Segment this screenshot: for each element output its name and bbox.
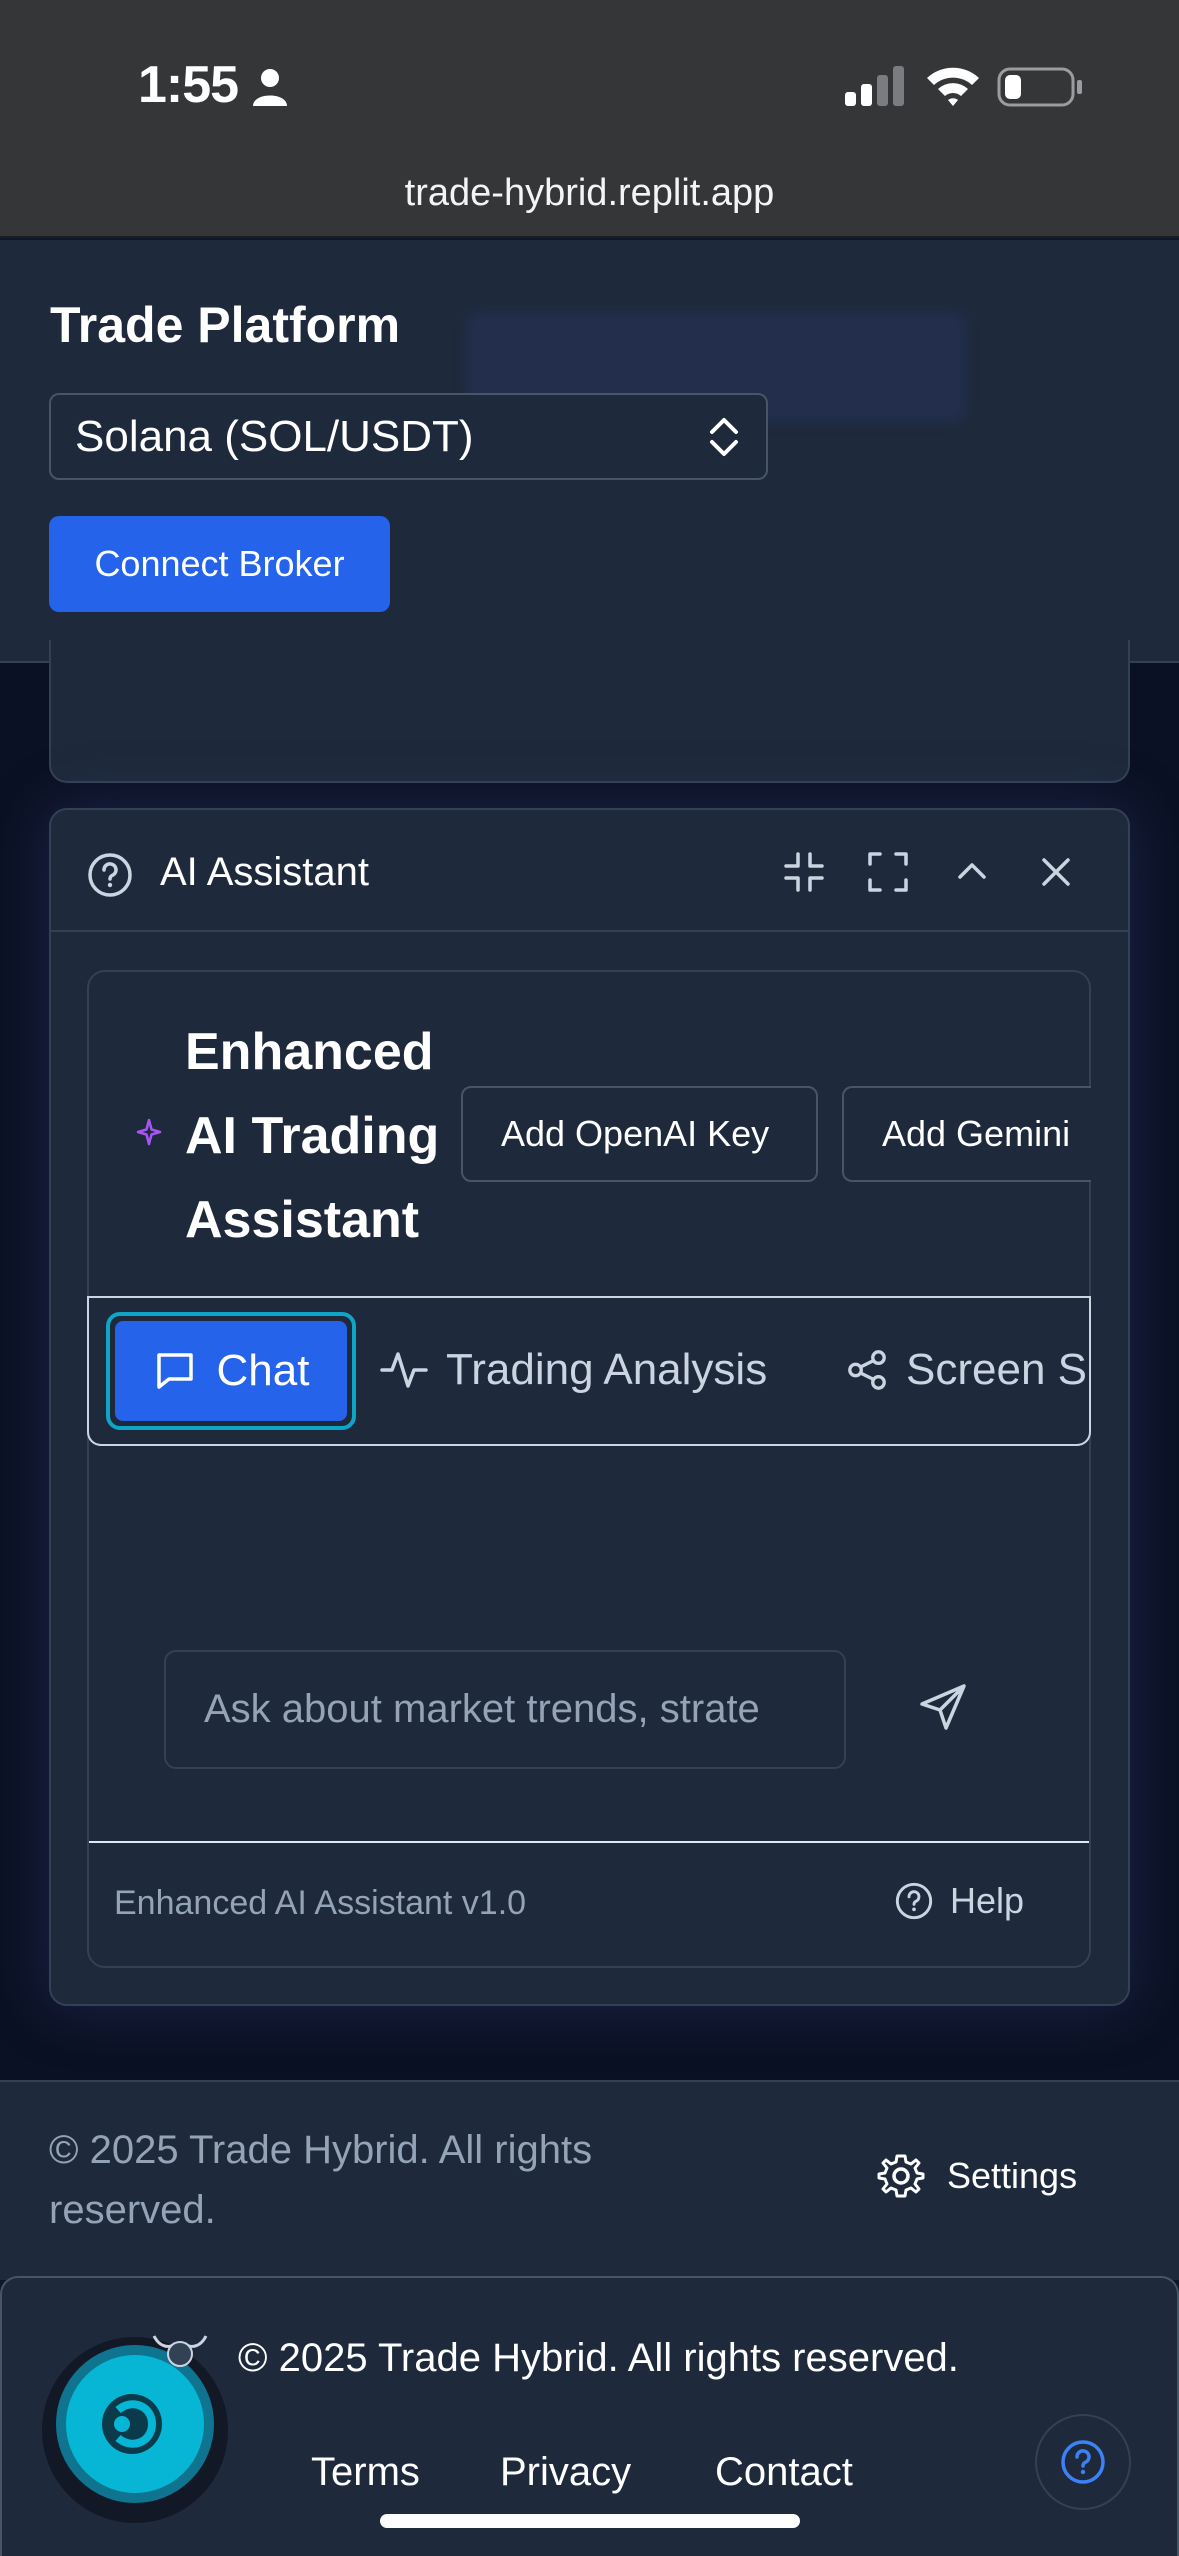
bull-icon	[152, 2335, 208, 2367]
tab-chat[interactable]: Chat	[106, 1312, 356, 1430]
help-label: Help	[950, 1880, 1025, 1921]
chevron-up-icon[interactable]	[950, 850, 994, 894]
settings-button[interactable]: Settings	[877, 2152, 1077, 2200]
chart-card	[49, 640, 1130, 783]
send-icon[interactable]	[918, 1682, 968, 1732]
person-icon	[253, 69, 287, 106]
tab-chat-label: Chat	[216, 1346, 310, 1395]
maximize-icon[interactable]	[866, 850, 910, 894]
divider	[51, 930, 1128, 932]
help-circle-icon	[895, 1882, 933, 1920]
assistant-title-line: Enhanced	[185, 1023, 434, 1081]
chevron-up-down-icon[interactable]	[704, 414, 744, 460]
chat-input[interactable]	[164, 1650, 846, 1769]
close-icon[interactable]	[1034, 850, 1078, 894]
tab-trading-analysis-label: Trading Analysis	[446, 1345, 768, 1394]
battery-icon	[997, 67, 1082, 107]
sparkle-icon	[136, 1118, 162, 1146]
help-fab-button[interactable]	[1035, 2414, 1131, 2510]
terms-link[interactable]: Terms	[311, 2450, 420, 2495]
help-button[interactable]: Help	[894, 1880, 1024, 1922]
assistant-title: Enhanced AI Trading Assistant	[185, 1010, 445, 1262]
help-circle-icon	[88, 853, 132, 897]
settings-label: Settings	[947, 2155, 1078, 2196]
tab-trading-analysis[interactable]: Trading Analysis	[380, 1330, 780, 1410]
panel-title: AI Assistant	[160, 850, 369, 894]
tab-screen-share-label: Screen S	[906, 1345, 1087, 1394]
help-circle-icon	[1061, 2440, 1105, 2484]
pair-select-value[interactable]: Solana (SOL/USDT)	[75, 412, 474, 462]
privacy-link[interactable]: Privacy	[500, 2450, 631, 2495]
wifi-icon	[927, 67, 979, 106]
connect-broker-button[interactable]: Connect Broker	[49, 516, 390, 612]
home-indicator[interactable]	[380, 2514, 800, 2528]
cellular-signal-icon	[845, 66, 904, 106]
assistant-title-line: Assistant	[185, 1191, 420, 1249]
assistant-title-line: AI Trading	[185, 1107, 440, 1165]
minimize-icon[interactable]	[782, 850, 826, 894]
status-time: 1:55	[138, 56, 239, 114]
contact-link[interactable]: Contact	[715, 2450, 853, 2495]
logo-mark-icon	[102, 2394, 162, 2454]
share-icon	[848, 1350, 886, 1390]
tab-screen-share[interactable]: Screen S	[846, 1330, 1087, 1410]
version-label: Enhanced AI Assistant v1.0	[114, 1884, 527, 1922]
add-openai-key-button[interactable]: Add OpenAI Key	[461, 1086, 818, 1182]
add-gemini-key-button[interactable]: Add Gemini	[842, 1086, 1091, 1182]
bottom-copyright: © 2025 Trade Hybrid. All rights reserved…	[238, 2336, 959, 2380]
gear-icon	[877, 2154, 925, 2198]
footer-copyright: © 2025 Trade Hybrid. All rights reserved…	[49, 2128, 593, 2232]
page-title: Trade Platform	[50, 297, 401, 353]
message-square-icon	[156, 1353, 193, 1389]
url-bar[interactable]: trade-hybrid.replit.app	[0, 172, 1179, 215]
divider	[89, 1841, 1089, 1843]
activity-icon	[380, 1352, 428, 1388]
